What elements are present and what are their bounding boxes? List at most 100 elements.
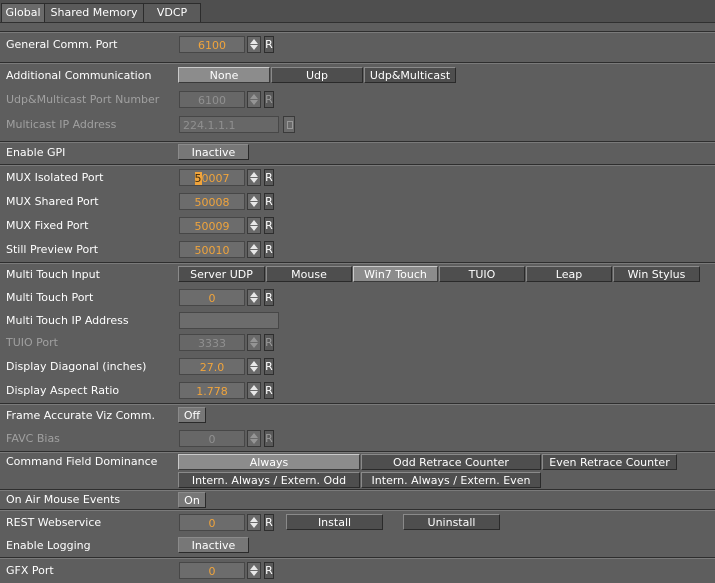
multi-touch-server-udp-button[interactable]: Server UDP <box>178 266 265 282</box>
divider <box>0 557 715 559</box>
divider <box>0 451 715 453</box>
mux-isolated-port-reset-button[interactable]: R <box>264 169 274 186</box>
udp-multicast-port-input: 6100 <box>179 91 245 108</box>
enable-gpi-toggle[interactable]: Inactive <box>178 144 249 160</box>
arrow-up-icon <box>250 292 258 297</box>
divider <box>0 141 715 143</box>
mux-shared-port-label: MUX Shared Port <box>6 195 99 208</box>
tab-bar: Global Shared Memory VDCP <box>0 0 715 23</box>
additional-communication-label: Additional Communication <box>6 69 152 82</box>
mux-isolated-port-stepper[interactable] <box>247 169 261 186</box>
arrow-up-icon <box>250 172 258 177</box>
multi-touch-port-stepper[interactable] <box>247 289 261 306</box>
divider <box>0 262 715 264</box>
display-aspect-ratio-stepper[interactable] <box>247 382 261 399</box>
arrow-down-icon <box>250 343 258 348</box>
command-field-even-retrace-button[interactable]: Even Retrace Counter <box>542 454 677 470</box>
display-aspect-ratio-reset-button[interactable]: R <box>264 382 274 399</box>
mux-isolated-port-input[interactable]: 50007 <box>179 169 245 186</box>
enable-logging-label: Enable Logging <box>6 539 91 552</box>
arrow-up-icon <box>250 94 258 99</box>
frame-accurate-label: Frame Accurate Viz Comm. <box>6 409 155 422</box>
arrow-down-icon <box>250 202 258 207</box>
mux-fixed-port-input[interactable]: 50009 <box>179 217 245 234</box>
mux-fixed-port-reset-button[interactable]: R <box>264 217 274 234</box>
arrow-up-icon <box>250 220 258 225</box>
gfx-port-stepper[interactable] <box>247 562 261 579</box>
multi-touch-mouse-button[interactable]: Mouse <box>266 266 352 282</box>
display-diagonal-stepper[interactable] <box>247 358 261 375</box>
mux-shared-port-stepper[interactable] <box>247 193 261 210</box>
rest-webservice-reset-button[interactable]: R <box>264 514 274 531</box>
tab-vdcp[interactable]: VDCP <box>143 3 201 22</box>
mux-shared-port-reset-button[interactable]: R <box>264 193 274 210</box>
arrow-up-icon <box>250 196 258 201</box>
command-field-intern-always-extern-even-button[interactable]: Intern. Always / Extern. Even <box>361 472 541 488</box>
additional-comm-udp-multicast-button[interactable]: Udp&Multicast <box>364 67 456 83</box>
arrow-down-icon <box>250 367 258 372</box>
multi-touch-tuio-button[interactable]: TUIO <box>439 266 525 282</box>
uninstall-button[interactable]: Uninstall <box>403 514 500 530</box>
udp-multicast-port-stepper <box>247 91 261 108</box>
arrow-down-icon <box>250 250 258 255</box>
enable-logging-toggle[interactable]: Inactive <box>178 537 249 553</box>
selected-text: 5 <box>194 172 202 185</box>
arrow-down-icon <box>250 391 258 396</box>
still-preview-port-input[interactable]: 50010 <box>179 241 245 258</box>
multi-touch-port-reset-button[interactable]: R <box>264 289 274 306</box>
display-diagonal-input[interactable]: 27.0 <box>179 358 245 375</box>
ip-picker-icon <box>283 116 295 133</box>
enable-gpi-label: Enable GPI <box>6 146 66 159</box>
udp-multicast-port-label: Udp&Multicast Port Number <box>6 93 160 106</box>
multi-touch-win7-touch-button[interactable]: Win7 Touch <box>353 266 438 282</box>
general-comm-port-input[interactable]: 6100 <box>179 36 245 53</box>
udp-multicast-port-reset-button: R <box>264 91 274 108</box>
tab-global[interactable]: Global <box>1 3 45 22</box>
general-comm-port-reset-button[interactable]: R <box>264 36 274 53</box>
mux-shared-port-input[interactable]: 50008 <box>179 193 245 210</box>
on-air-mouse-events-toggle[interactable]: On <box>178 492 206 508</box>
still-preview-port-reset-button[interactable]: R <box>264 241 274 258</box>
arrow-down-icon <box>250 45 258 50</box>
multi-touch-win-stylus-button[interactable]: Win Stylus <box>613 266 700 282</box>
arrow-down-icon <box>250 523 258 528</box>
display-aspect-ratio-label: Display Aspect Ratio <box>6 384 120 397</box>
rest-webservice-input[interactable]: 0 <box>179 514 245 531</box>
arrow-down-icon <box>250 571 258 576</box>
tuio-port-label: TUIO Port <box>6 336 58 349</box>
tab-shared-memory[interactable]: Shared Memory <box>44 3 144 22</box>
rest-webservice-stepper[interactable] <box>247 514 261 531</box>
additional-comm-none-button[interactable]: None <box>178 67 270 83</box>
divider <box>0 164 715 166</box>
divider <box>0 62 715 64</box>
general-comm-port-stepper[interactable] <box>247 36 261 53</box>
gfx-port-reset-button[interactable]: R <box>264 562 274 579</box>
divider <box>0 489 715 491</box>
rest-webservice-label: REST Webservice <box>6 516 102 529</box>
arrow-up-icon <box>250 39 258 44</box>
display-aspect-ratio-input[interactable]: 1.778 <box>179 382 245 399</box>
mux-fixed-port-stepper[interactable] <box>247 217 261 234</box>
display-diagonal-label: Display Diagonal (inches) <box>6 360 147 373</box>
arrow-down-icon <box>250 298 258 303</box>
still-preview-port-stepper[interactable] <box>247 241 261 258</box>
additional-comm-udp-button[interactable]: Udp <box>271 67 363 83</box>
display-diagonal-reset-button[interactable]: R <box>264 358 274 375</box>
multi-touch-ip-input[interactable] <box>179 312 279 329</box>
divider <box>0 403 715 405</box>
arrow-up-icon <box>250 385 258 390</box>
frame-accurate-toggle[interactable]: Off <box>178 407 206 423</box>
multi-touch-port-input[interactable]: 0 <box>179 289 245 306</box>
mux-fixed-port-label: MUX Fixed Port <box>6 219 89 232</box>
tuio-port-reset-button: R <box>264 334 274 351</box>
install-button[interactable]: Install <box>286 514 383 530</box>
gfx-port-label: GFX Port <box>6 564 54 577</box>
arrow-up-icon <box>250 361 258 366</box>
multi-touch-leap-button[interactable]: Leap <box>526 266 612 282</box>
gfx-port-input[interactable]: 0 <box>179 562 245 579</box>
unselected-text: 0007 <box>201 172 230 185</box>
command-field-odd-retrace-button[interactable]: Odd Retrace Counter <box>361 454 541 470</box>
command-field-intern-always-extern-odd-button[interactable]: Intern. Always / Extern. Odd <box>178 472 360 488</box>
command-field-always-button[interactable]: Always <box>178 454 360 470</box>
arrow-up-icon <box>250 517 258 522</box>
